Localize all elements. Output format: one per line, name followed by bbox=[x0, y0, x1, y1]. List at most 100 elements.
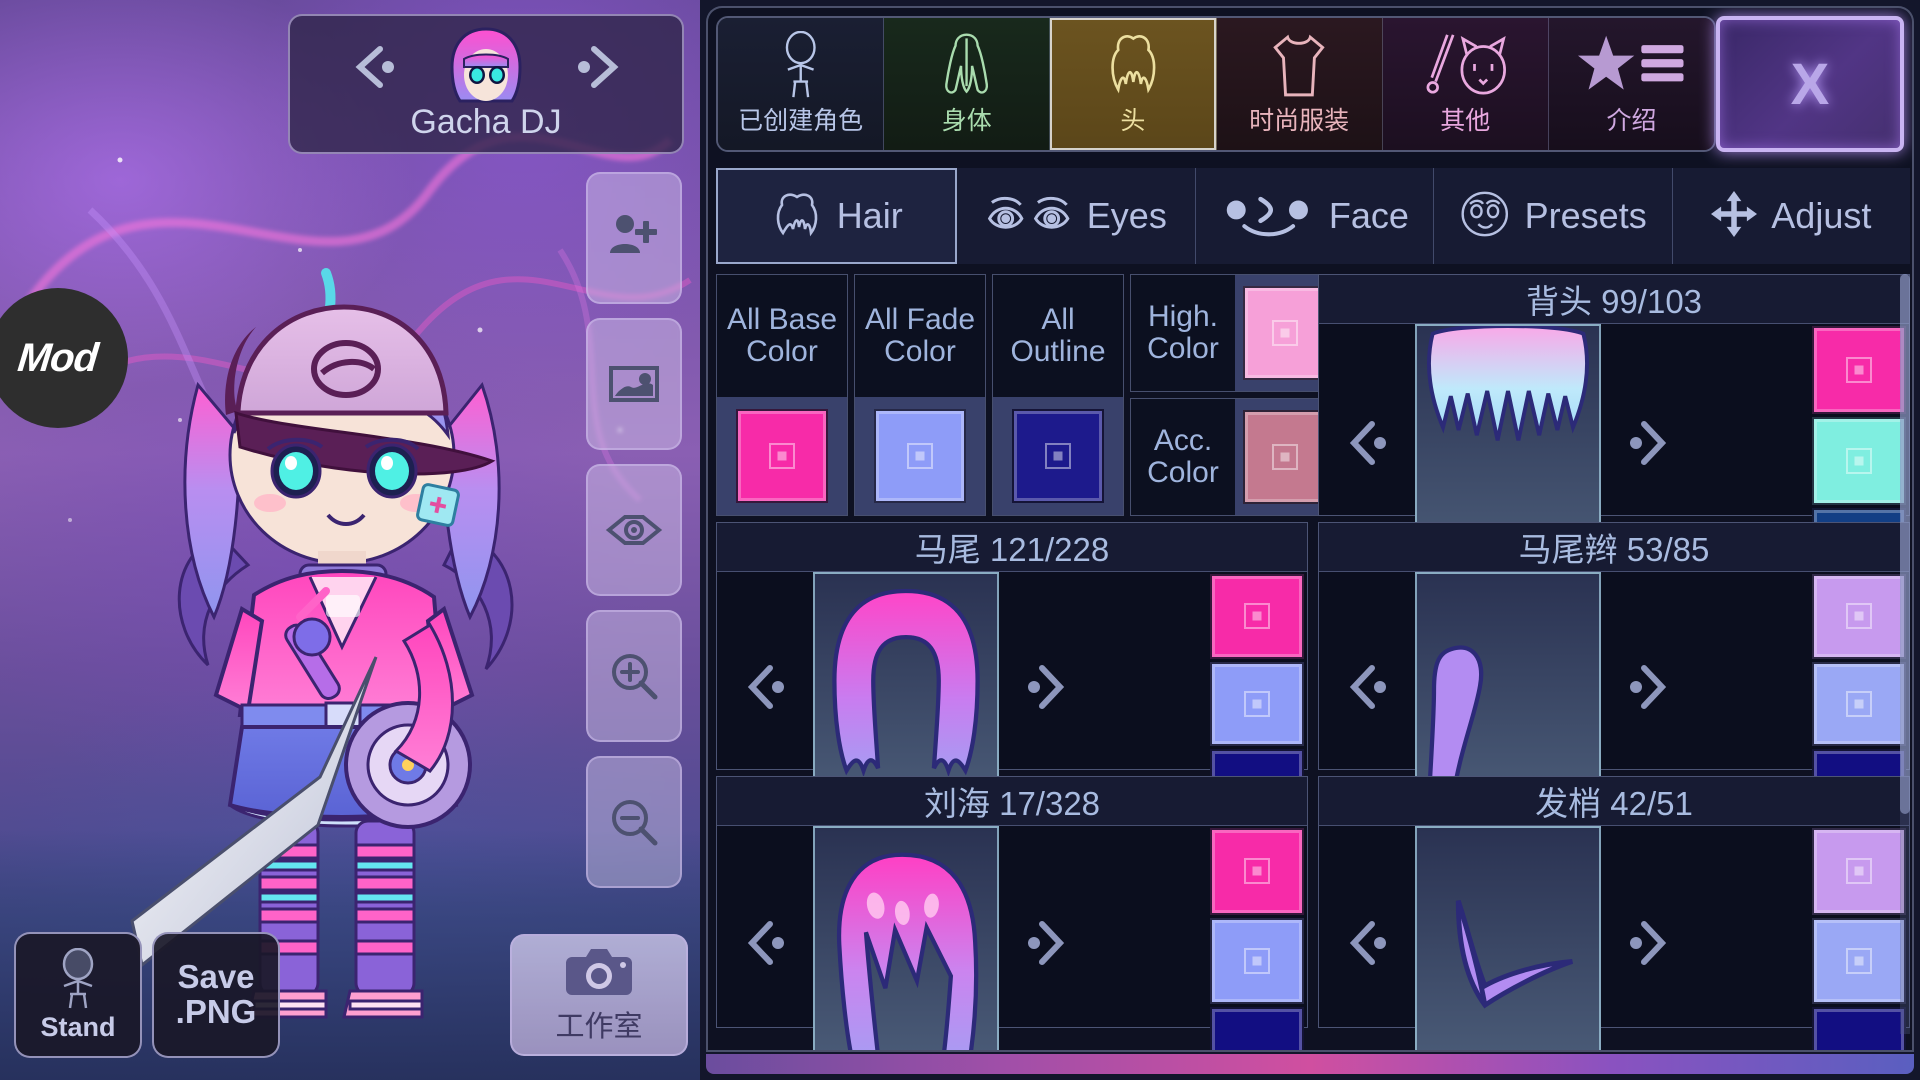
ponytail-next-button[interactable] bbox=[999, 656, 1095, 718]
tab-hair-label: Hair bbox=[836, 195, 903, 236]
hair-icon bbox=[771, 191, 823, 242]
character-sprite bbox=[130, 268, 514, 1019]
presets-icon bbox=[1459, 191, 1511, 242]
ponytail-preview[interactable] bbox=[813, 572, 999, 802]
braid-preview[interactable] bbox=[1415, 572, 1601, 802]
item-card-bangs-title: 刘海 17/328 bbox=[717, 777, 1307, 826]
braid-next-button[interactable] bbox=[1601, 656, 1697, 718]
head-hair-icon bbox=[1105, 25, 1162, 99]
ponytail-fade-swatch[interactable] bbox=[1210, 661, 1304, 747]
face-icon bbox=[1220, 191, 1315, 242]
stand-pose-button[interactable]: Stand bbox=[14, 932, 142, 1058]
tab-presets[interactable]: Presets bbox=[1434, 168, 1673, 264]
character-icon bbox=[775, 25, 826, 99]
tab-presets-label: Presets bbox=[1524, 195, 1647, 236]
character-avatar bbox=[444, 25, 528, 109]
body-icon bbox=[939, 25, 994, 99]
hair-tips-base-swatch[interactable] bbox=[1812, 828, 1906, 915]
tab-adjust-label: Adjust bbox=[1771, 195, 1872, 236]
ponytail-swatches bbox=[1207, 572, 1307, 802]
tab-hair[interactable]: Hair bbox=[716, 168, 958, 264]
character-selector-card[interactable]: Gacha DJ bbox=[288, 14, 684, 154]
back-hair-fade-swatch[interactable] bbox=[1812, 416, 1906, 505]
ponytail-prev-button[interactable] bbox=[717, 656, 813, 718]
studio-label: 工作室 bbox=[555, 1011, 643, 1043]
hair-tips-outline-swatch[interactable] bbox=[1812, 1007, 1906, 1050]
prev-character-button[interactable] bbox=[346, 39, 402, 95]
stand-label: Stand bbox=[40, 1011, 116, 1042]
item-card-hair-tips[interactable]: 发梢 42/51 bbox=[1318, 776, 1910, 1050]
add-character-button[interactable] bbox=[586, 172, 682, 304]
category-tab-bar: 已创建角色 身体 头 时尚服装 其他 介绍 bbox=[716, 16, 1716, 152]
hair-tips-preview[interactable] bbox=[1415, 826, 1601, 1050]
bangs-outline-swatch[interactable] bbox=[1210, 1007, 1304, 1050]
hair-item-grid: 背头 99/103 马尾 121/228 马尾辫 53/85 刘海 17/328… bbox=[716, 274, 1910, 1050]
item-card-braid[interactable]: 马尾辫 53/85 bbox=[1318, 522, 1910, 802]
camera-icon bbox=[566, 949, 632, 995]
back-hair-base-swatch[interactable] bbox=[1812, 326, 1906, 414]
panel-scrollbar[interactable] bbox=[1900, 274, 1910, 1034]
tab-face[interactable]: Face bbox=[1195, 168, 1435, 264]
item-card-ponytail[interactable]: 马尾 121/228 bbox=[716, 522, 1308, 802]
tab-body-label: 身体 bbox=[941, 107, 992, 135]
preview-eye-button[interactable] bbox=[586, 464, 682, 596]
stage-toolbar bbox=[586, 172, 686, 902]
hair-tips-fade-swatch[interactable] bbox=[1812, 917, 1906, 1005]
bangs-fade-swatch[interactable] bbox=[1210, 917, 1304, 1005]
tab-face-label: Face bbox=[1328, 195, 1409, 236]
tab-adjust[interactable]: Adjust bbox=[1672, 168, 1911, 264]
bangs-swatches bbox=[1207, 826, 1307, 1050]
bangs-preview[interactable] bbox=[813, 826, 999, 1050]
tab-created-characters[interactable]: 已创建角色 bbox=[718, 18, 885, 150]
save-png-button[interactable]: Save .PNG bbox=[152, 932, 280, 1058]
back-hair-next-button[interactable] bbox=[1601, 412, 1697, 474]
panel-scrollbar-thumb[interactable] bbox=[1900, 274, 1910, 814]
character-stage: Mod Gacha DJ Stand Save .PNG 工作室 bbox=[0, 0, 700, 1080]
hair-tips-next-button[interactable] bbox=[1601, 912, 1697, 974]
bangs-next-button[interactable] bbox=[999, 912, 1095, 974]
hair-tips-swatches bbox=[1809, 826, 1909, 1050]
tab-head-label: 头 bbox=[1120, 107, 1146, 135]
save-label-line2: .PNG bbox=[175, 993, 257, 1030]
bangs-base-swatch[interactable] bbox=[1210, 828, 1304, 915]
close-button[interactable]: X bbox=[1716, 16, 1904, 152]
item-card-ponytail-title: 马尾 121/228 bbox=[717, 523, 1307, 572]
ponytail-base-swatch[interactable] bbox=[1210, 574, 1304, 659]
braid-base-swatch[interactable] bbox=[1812, 574, 1906, 659]
tab-other[interactable]: 其他 bbox=[1382, 18, 1549, 150]
item-card-bangs[interactable]: 刘海 17/328 bbox=[716, 776, 1308, 1050]
tab-intro[interactable]: 介绍 bbox=[1548, 18, 1714, 150]
tab-body[interactable]: 身体 bbox=[884, 18, 1051, 150]
tab-created-characters-label: 已创建角色 bbox=[738, 107, 864, 135]
next-character-button[interactable] bbox=[570, 39, 626, 95]
sword-cat-icon bbox=[1424, 25, 1508, 99]
braid-swatches bbox=[1809, 572, 1909, 802]
item-card-back-hair-title: 背头 99/103 bbox=[1319, 275, 1909, 324]
braid-fade-swatch[interactable] bbox=[1812, 661, 1906, 747]
item-card-hair-tips-title: 发梢 42/51 bbox=[1319, 777, 1909, 826]
zoom-in-button[interactable] bbox=[586, 610, 682, 742]
tab-other-label: 其他 bbox=[1440, 107, 1491, 135]
hair-tips-prev-button[interactable] bbox=[1319, 912, 1415, 974]
item-card-braid-title: 马尾辫 53/85 bbox=[1319, 523, 1909, 572]
back-hair-prev-button[interactable] bbox=[1319, 412, 1415, 474]
braid-prev-button[interactable] bbox=[1319, 656, 1415, 718]
tab-eyes-label: Eyes bbox=[1086, 195, 1167, 236]
item-card-back-hair[interactable]: 背头 99/103 bbox=[1318, 274, 1910, 562]
mod-badge-label: Mod bbox=[16, 335, 100, 380]
tab-fashion-label: 时尚服装 bbox=[1249, 107, 1350, 135]
tab-intro-label: 介绍 bbox=[1606, 107, 1657, 135]
eyes-icon bbox=[985, 191, 1072, 242]
tab-head[interactable]: 头 bbox=[1050, 18, 1217, 150]
star-list-icon bbox=[1577, 25, 1686, 99]
standing-figure-icon bbox=[62, 947, 94, 1008]
bangs-prev-button[interactable] bbox=[717, 912, 813, 974]
tab-eyes[interactable]: Eyes bbox=[957, 168, 1196, 264]
close-icon: X bbox=[1790, 51, 1830, 117]
panel-bottom-accent-strip bbox=[706, 1054, 1914, 1074]
tab-fashion[interactable]: 时尚服装 bbox=[1216, 18, 1383, 150]
move-arrows-icon bbox=[1711, 190, 1758, 242]
zoom-out-button[interactable] bbox=[586, 756, 682, 888]
studio-button[interactable]: 工作室 bbox=[510, 934, 688, 1056]
background-button[interactable] bbox=[586, 318, 682, 450]
